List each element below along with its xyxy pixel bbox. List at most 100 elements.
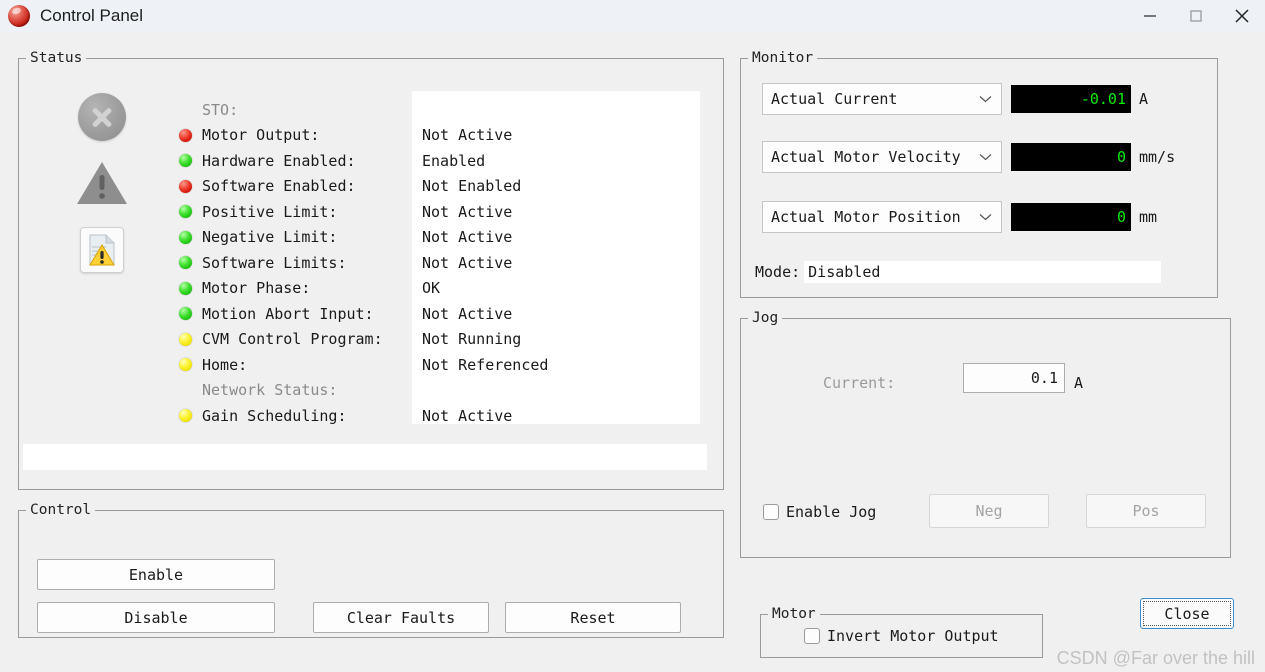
- status-row-value: Not Active: [422, 253, 513, 272]
- status-row-label: Hardware Enabled:: [202, 151, 356, 170]
- status-row-value: [422, 378, 700, 404]
- chevron-down-icon: [907, 153, 992, 161]
- status-row: Software Enabled:: [179, 174, 383, 200]
- status-row-value: Not Active: [422, 304, 513, 323]
- status-led-green-icon: [179, 230, 192, 244]
- monitor-select-1[interactable]: Actual Current: [762, 83, 1002, 115]
- jog-pos-button[interactable]: Pos: [1086, 494, 1206, 528]
- status-row: Motor Output:: [179, 123, 383, 149]
- title-bar: Control Panel: [0, 0, 1265, 32]
- jog-current-unit: A: [1074, 374, 1084, 392]
- invert-motor-output-row[interactable]: Invert Motor Output: [804, 627, 999, 645]
- status-row-label: CVM Control Program:: [202, 330, 383, 349]
- status-led-green-icon: [179, 205, 192, 219]
- status-row: Positive Limit:: [179, 199, 383, 225]
- warning-disabled-icon: [75, 159, 129, 207]
- status-row-label: Software Limits:: [202, 253, 347, 272]
- status-row-value: Not Running: [422, 330, 522, 349]
- status-row-value: Not Referenced: [422, 355, 549, 374]
- monitor-select-2[interactable]: Actual Motor Velocity: [762, 141, 1002, 173]
- control-group-legend: Control: [26, 502, 96, 518]
- control-group: Control Enable Disable Clear Faults Rese…: [18, 502, 724, 638]
- document-warning-icon: [80, 227, 124, 273]
- status-row: Negative Limit:: [179, 225, 383, 251]
- jog-group-legend: Jog: [748, 310, 783, 326]
- clear-faults-button[interactable]: Clear Faults: [313, 602, 489, 633]
- jog-current-label: Current:: [823, 374, 896, 392]
- status-led-green-icon: [179, 307, 192, 321]
- status-led-yellow-icon: [179, 409, 192, 423]
- enable-jog-checkbox-row[interactable]: Enable Jog: [763, 503, 876, 521]
- status-row-value: Not Active: [422, 406, 513, 425]
- status-row-label: STO:: [202, 100, 239, 119]
- watermark: CSDN @Far over the hill: [1056, 648, 1255, 668]
- status-row-label: Motion Abort Input:: [202, 304, 374, 323]
- invert-motor-output-label: Invert Motor Output: [827, 627, 999, 645]
- status-led-green-icon: [179, 281, 192, 295]
- error-disabled-icon: [78, 93, 126, 141]
- status-row-label: Gain Scheduling:: [202, 406, 347, 425]
- status-row-label: Motor Output:: [202, 126, 320, 145]
- monitor-unit-1: A: [1139, 90, 1149, 108]
- status-row: Home:: [179, 352, 383, 378]
- status-indicator-list: STO: Motor Output: Hardware Enabled: Softwa…: [179, 97, 383, 429]
- status-led-placeholder: [179, 103, 192, 116]
- jog-group: Jog Current: 0.1 A Enable Jog Neg Pos: [740, 310, 1231, 558]
- maximize-icon[interactable]: [1173, 0, 1219, 32]
- chevron-down-icon: [907, 95, 992, 103]
- mode-label: Mode:: [755, 263, 801, 281]
- invert-motor-output-checkbox[interactable]: [804, 628, 820, 644]
- status-row: CVM Control Program:: [179, 327, 383, 353]
- monitor-value-2: 0: [1011, 143, 1131, 171]
- status-led-yellow-icon: [179, 332, 192, 346]
- status-led-green-icon: [179, 154, 192, 168]
- status-led-red-icon: [179, 128, 192, 142]
- status-row: Software Limits:: [179, 250, 383, 276]
- window-title: Control Panel: [40, 6, 144, 25]
- status-row-value: [422, 97, 700, 123]
- status-led-red-icon: [179, 179, 192, 193]
- disable-button[interactable]: Disable: [37, 602, 275, 633]
- status-row-label: Motor Phase:: [202, 279, 311, 298]
- motor-group: Motor Invert Motor Output: [760, 606, 1043, 658]
- status-row-value: OK: [422, 279, 441, 298]
- monitor-unit-3: mm: [1139, 208, 1158, 226]
- app-red-sphere-icon: [8, 5, 30, 27]
- monitor-unit-2: mm/s: [1139, 148, 1176, 166]
- status-row-value: Enabled: [422, 151, 486, 170]
- monitor-select-1-value: Actual Current: [771, 90, 898, 108]
- window-controls: [1127, 0, 1265, 32]
- status-row-value: Not Active: [422, 228, 513, 247]
- status-row: STO:: [179, 97, 383, 123]
- monitor-group-legend: Monitor: [748, 50, 818, 66]
- enable-jog-checkbox[interactable]: [763, 504, 779, 520]
- minimize-icon[interactable]: [1127, 0, 1173, 32]
- status-row-label: Network Status:: [202, 381, 338, 400]
- monitor-group: Monitor Actual Current -0.01 A Actual Mo…: [740, 50, 1218, 298]
- status-row-value: Not Active: [422, 126, 513, 145]
- reset-button[interactable]: Reset: [505, 602, 681, 633]
- jog-neg-button[interactable]: Neg: [929, 494, 1049, 528]
- status-row-value: Not Active: [422, 202, 513, 221]
- monitor-row-2: Actual Motor Velocity 0 mm/s: [762, 141, 1175, 173]
- status-row: Motion Abort Input:: [179, 301, 383, 327]
- monitor-row-1: Actual Current -0.01 A: [762, 83, 1148, 115]
- status-led-yellow-icon: [179, 358, 192, 372]
- monitor-value-3: 0: [1011, 203, 1131, 231]
- status-row: Hardware Enabled:: [179, 148, 383, 174]
- status-message-bar: [23, 444, 707, 470]
- chevron-down-icon: [907, 213, 992, 221]
- status-icon-column: [59, 93, 145, 273]
- status-value-panel: Not Active Enabled Not Enabled Not Active No…: [412, 91, 700, 425]
- enable-jog-label: Enable Jog: [786, 503, 877, 521]
- close-button-label: Close: [1164, 604, 1210, 623]
- status-row-label: Home:: [202, 355, 248, 374]
- status-row: Gain Scheduling:: [179, 403, 383, 429]
- close-icon[interactable]: [1219, 0, 1265, 32]
- enable-button[interactable]: Enable: [37, 559, 275, 590]
- jog-current-input[interactable]: 0.1: [963, 363, 1065, 393]
- status-row-label: Positive Limit:: [202, 202, 338, 221]
- monitor-select-3[interactable]: Actual Motor Position: [762, 201, 1002, 233]
- status-group-legend: Status: [26, 50, 87, 66]
- close-button[interactable]: Close: [1140, 598, 1234, 629]
